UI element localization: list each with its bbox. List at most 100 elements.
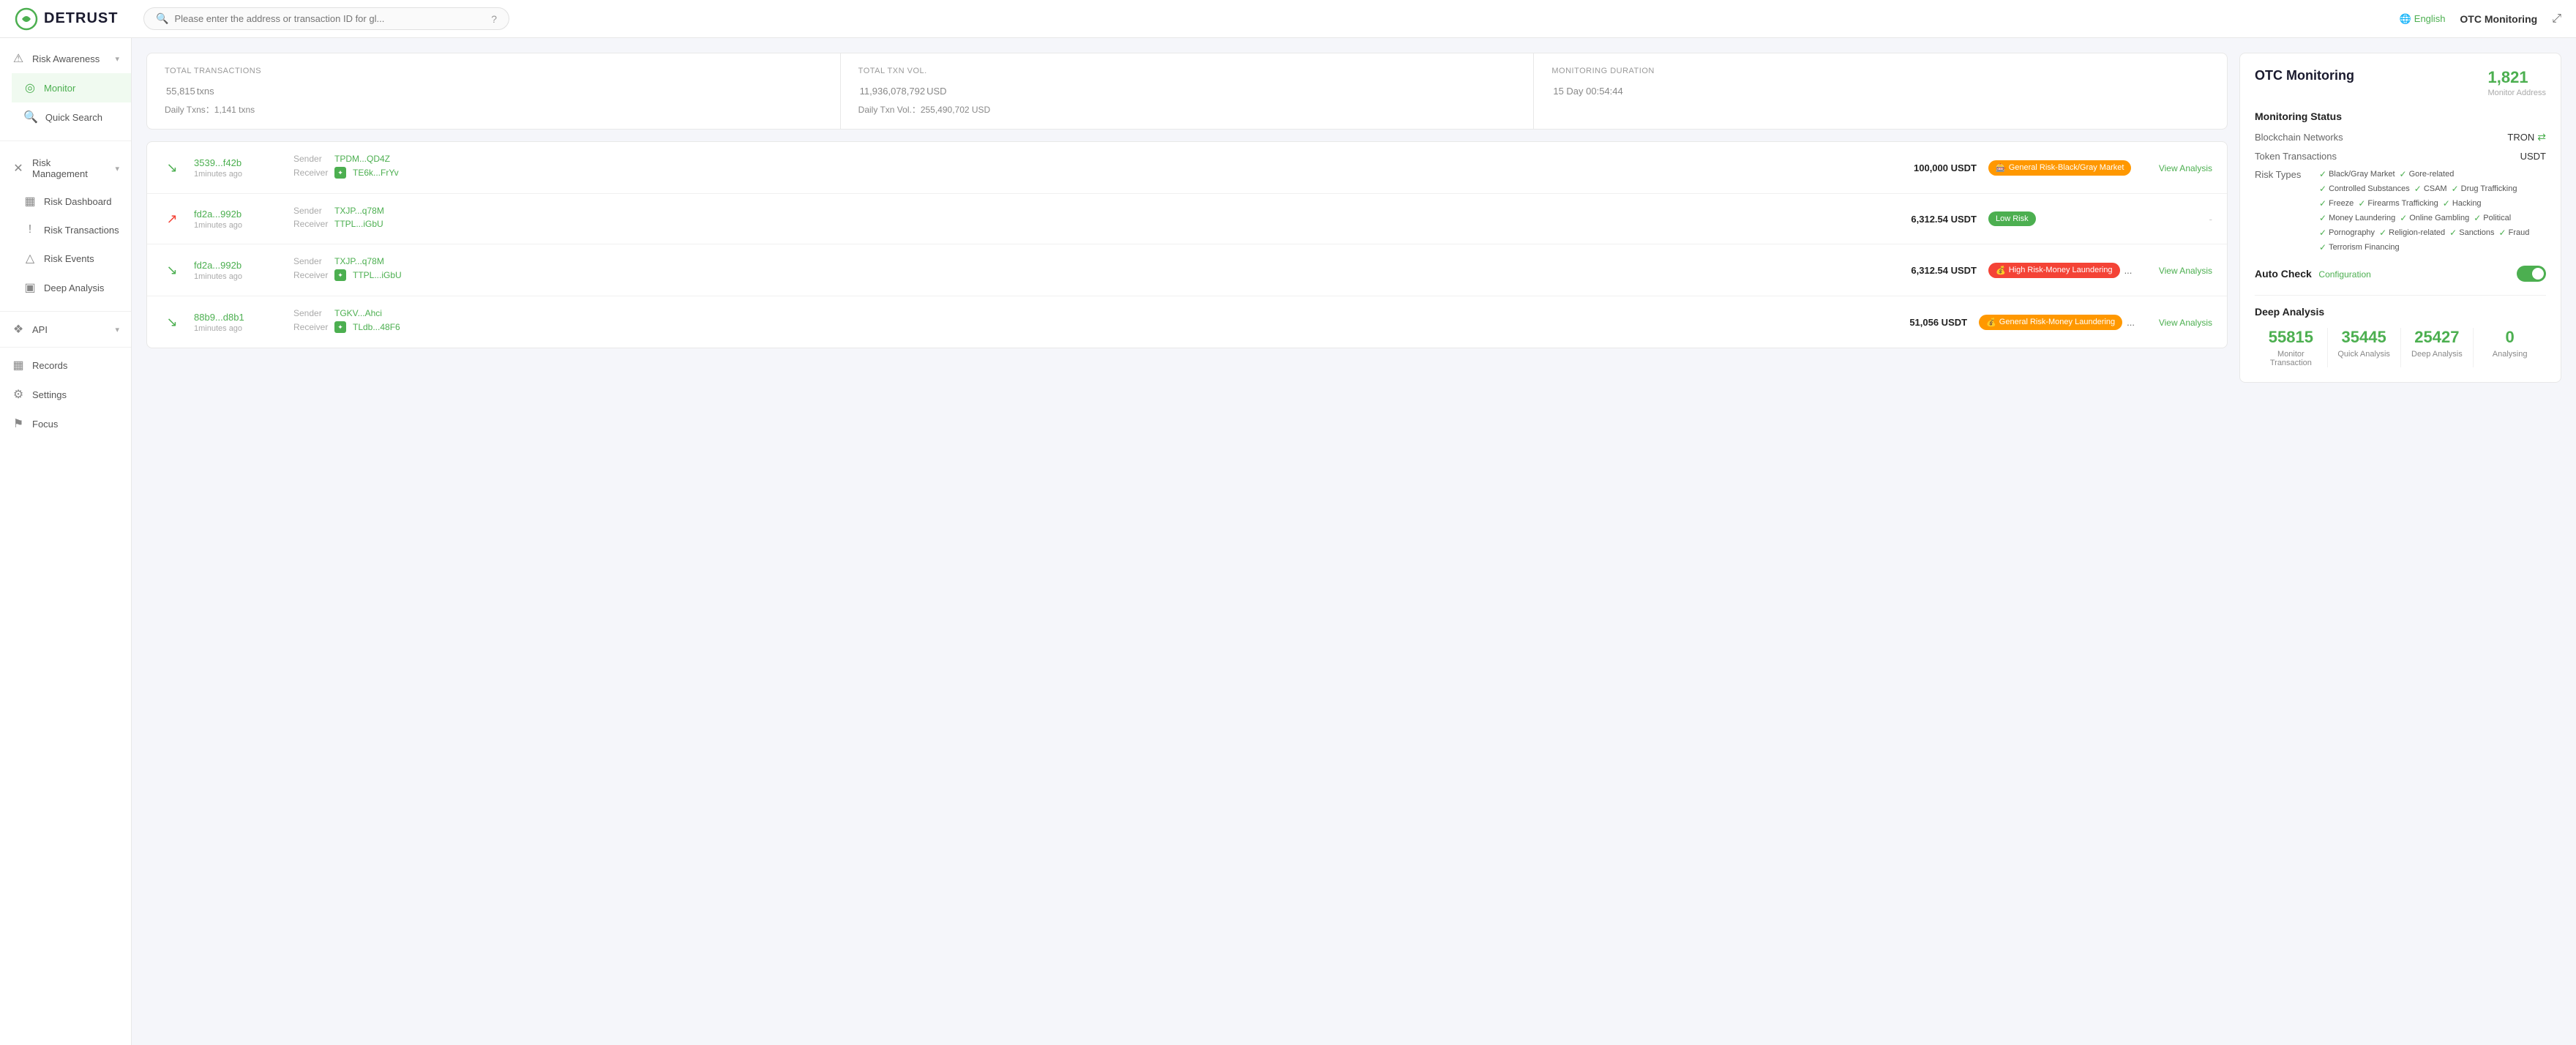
stat-num-txn-vol: 11,936,078,792 xyxy=(860,86,925,97)
txn-parties-3: Sender TXJP...q78M Receiver ✦ TTPL...iGb… xyxy=(293,256,1870,284)
txn-hash-3[interactable]: fd2a...992b xyxy=(194,260,282,271)
tag-more-3[interactable]: ... xyxy=(2124,265,2133,276)
receiver-addr-2[interactable]: TTPL...iGbU xyxy=(334,219,383,229)
search-icon: 🔍 xyxy=(156,12,168,25)
view-analysis-button-3[interactable]: View Analysis xyxy=(2159,266,2212,276)
right-panel: OTC Monitoring 1,821 Monitor Address Mon… xyxy=(2239,53,2561,1030)
risk-awareness-icon: ⚠ xyxy=(12,51,25,66)
sidebar-divider-2 xyxy=(0,311,131,312)
blockchain-label: Blockchain Networks xyxy=(2255,132,2343,143)
stat-sub-txn-vol: Daily Txn Vol.：255,490,702 USD xyxy=(858,103,1516,116)
sidebar-label-monitor: Monitor xyxy=(44,83,75,94)
tag-general-risk-1: 🎰 General Risk-Black/Gray Market xyxy=(1988,160,2131,176)
sidebar-item-settings[interactable]: ⚙ Settings xyxy=(0,380,131,409)
logo-text: DETRUST xyxy=(44,10,118,27)
focus-icon: ⚑ xyxy=(12,416,25,431)
monitoring-title[interactable]: OTC Monitoring xyxy=(2460,13,2537,25)
receiver-label-1: Receiver xyxy=(293,168,330,178)
sidebar-item-risk-transactions[interactable]: ! Risk Transactions xyxy=(12,216,131,244)
da-lbl-deep: Deep Analysis xyxy=(2407,350,2468,359)
main-content: TOTAL TRANSACTIONS 55,815txns Daily Txns… xyxy=(132,38,2576,1045)
check-icon: ✓ xyxy=(2414,184,2422,194)
risk-tag-black-gray: ✓ Black/Gray Market xyxy=(2319,169,2395,179)
sidebar-item-deep-analysis[interactable]: ▣ Deep Analysis xyxy=(12,273,131,302)
chevron-icon: ▾ xyxy=(115,54,119,64)
check-icon: ✓ xyxy=(2499,228,2506,238)
txn-tags-1: 🎰 General Risk-Black/Gray Market xyxy=(1988,160,2135,176)
sidebar-item-monitor[interactable]: ◎ Monitor xyxy=(12,73,131,102)
txn-amount-1: 100,000 USDT xyxy=(1882,162,1977,173)
txn-hash-1[interactable]: 3539...f42b xyxy=(194,157,282,168)
party-sender-3: Sender TXJP...q78M xyxy=(293,256,1870,266)
table-row: ↘ fd2a...992b 1minutes ago Sender TXJP..… xyxy=(147,244,2227,296)
check-icon: ✓ xyxy=(2379,228,2386,238)
tag-more-4[interactable]: ... xyxy=(2127,317,2135,328)
tag-low-risk-2: Low Risk xyxy=(1988,211,2036,226)
receiver-icon-1: ✦ xyxy=(334,167,346,179)
sidebar-section-risk-awareness: ⚠ Risk Awareness ▾ ◎ Monitor 🔍 Quick Sea… xyxy=(0,38,131,138)
txn-action-3: View Analysis xyxy=(2146,265,2212,276)
sidebar-item-records[interactable]: ▦ Records xyxy=(0,351,131,380)
deep-analysis-title: Deep Analysis xyxy=(2255,306,2546,318)
risk-tag-pornography: ✓ Pornography xyxy=(2319,228,2375,238)
tag-high-risk-3: 💰 High Risk-Money Laundering xyxy=(1988,263,2120,278)
sidebar-label-records: Records xyxy=(32,360,67,371)
sidebar-label-risk-dashboard: Risk Dashboard xyxy=(44,196,112,207)
sidebar-label-risk-events: Risk Events xyxy=(44,253,94,264)
txn-action-1: View Analysis xyxy=(2146,162,2212,173)
sender-addr-1[interactable]: TPDM...QD4Z xyxy=(334,154,390,164)
sender-addr-4[interactable]: TGKV...Ahci xyxy=(334,308,382,318)
records-icon: ▦ xyxy=(12,358,25,372)
stats-row: TOTAL TRANSACTIONS 55,815txns Daily Txns… xyxy=(146,53,2228,130)
receiver-addr-1[interactable]: TE6k...FrYv xyxy=(353,168,399,178)
receiver-addr-3[interactable]: TTPL...iGbU xyxy=(353,270,402,280)
sidebar-item-quick-search[interactable]: 🔍 Quick Search xyxy=(12,102,131,132)
receiver-label-3: Receiver xyxy=(293,270,330,280)
check-icon: ✓ xyxy=(2319,169,2326,179)
chevron-icon-2: ▾ xyxy=(115,164,119,173)
risk-tag-csam: ✓ CSAM xyxy=(2414,184,2447,194)
txn-action-4: View Analysis xyxy=(2146,317,2212,328)
risk-tag-gore: ✓ Gore-related xyxy=(2400,169,2455,179)
sidebar-item-api[interactable]: ❖ API ▾ xyxy=(0,315,131,344)
monitoring-status-title: Monitoring Status xyxy=(2255,111,2546,122)
txn-arrow-4: ↘ xyxy=(162,312,182,332)
sidebar-item-focus[interactable]: ⚑ Focus xyxy=(0,409,131,438)
da-stat-quick[interactable]: 35445 Quick Analysis xyxy=(2328,328,2401,367)
check-icon: ✓ xyxy=(2474,213,2481,223)
panel-subtitle: Monitor Address xyxy=(2488,89,2546,97)
expand-icon[interactable]: ⤢ xyxy=(2552,12,2561,26)
txn-hash-2[interactable]: fd2a...992b xyxy=(194,209,282,220)
da-num-quick: 35445 xyxy=(2334,328,2395,347)
txn-parties-1: Sender TPDM...QD4Z Receiver ✦ TE6k...FrY… xyxy=(293,154,1870,181)
right-panel-inner: OTC Monitoring 1,821 Monitor Address Mon… xyxy=(2239,53,2561,383)
view-analysis-button-1[interactable]: View Analysis xyxy=(2159,163,2212,173)
panel-header: OTC Monitoring 1,821 Monitor Address xyxy=(2255,68,2546,97)
txn-hash-4[interactable]: 88b9...d8b1 xyxy=(194,312,282,323)
da-lbl-analysing: Analysing xyxy=(2479,350,2540,359)
sidebar-item-risk-management[interactable]: ✕ Risk Management ▾ xyxy=(0,150,131,187)
receiver-icon-4: ✦ xyxy=(334,321,346,333)
chevron-icon-3: ▾ xyxy=(115,325,119,334)
sidebar-item-risk-awareness[interactable]: ⚠ Risk Awareness ▾ xyxy=(0,44,131,73)
txn-arrow-2: ↗ xyxy=(162,209,182,229)
sender-addr-2[interactable]: TXJP...q78M xyxy=(334,206,384,216)
lang-label: English xyxy=(2414,13,2446,24)
da-lbl-monitor: MonitorTransaction xyxy=(2261,350,2321,367)
view-analysis-button-4[interactable]: View Analysis xyxy=(2159,318,2212,328)
transaction-list: ↘ 3539...f42b 1minutes ago Sender TPDM..… xyxy=(146,141,2228,348)
refresh-icon[interactable]: ⇄ xyxy=(2537,131,2546,143)
help-icon[interactable]: ? xyxy=(491,13,497,25)
language-button[interactable]: 🌐 English xyxy=(2400,13,2446,25)
receiver-addr-4[interactable]: TLdb...48F6 xyxy=(353,322,400,332)
sidebar-item-risk-events[interactable]: △ Risk Events xyxy=(12,244,131,273)
auto-check-toggle[interactable] xyxy=(2517,266,2546,282)
risk-tag-fraud: ✓ Fraud xyxy=(2499,228,2530,238)
party-receiver-3: Receiver ✦ TTPL...iGbU xyxy=(293,269,1870,281)
auto-check-config-link[interactable]: Configuration xyxy=(2318,269,2370,280)
global-search-bar[interactable]: 🔍 ? xyxy=(143,7,509,30)
sender-addr-3[interactable]: TXJP...q78M xyxy=(334,256,384,266)
sidebar-item-risk-dashboard[interactable]: ▦ Risk Dashboard xyxy=(12,187,131,216)
sidebar-section-risk-management: ✕ Risk Management ▾ ▦ Risk Dashboard ! R… xyxy=(0,144,131,308)
global-search-input[interactable] xyxy=(174,13,485,24)
